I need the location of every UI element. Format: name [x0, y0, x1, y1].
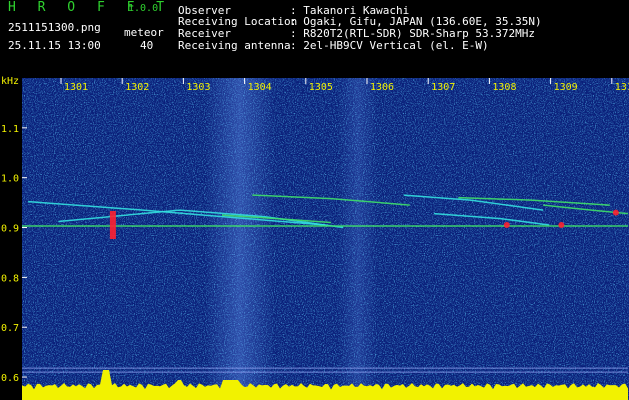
meteor-head	[109, 211, 116, 240]
location-row: Receiving Location: Ogaki, Gifu, JAPAN (…	[178, 16, 542, 27]
y-tick-label: 0.8	[1, 273, 19, 284]
meteor-head	[503, 222, 510, 229]
meteor-head	[558, 222, 565, 229]
y-tick-label: 1.0	[1, 174, 19, 185]
x-tick-label: 1306	[370, 82, 394, 93]
meteor-head	[612, 209, 619, 216]
y-tick-label: 1.1	[1, 124, 19, 135]
antenna-row: Receiving antenna: 2el-HB9CV Vertical (e…	[178, 40, 489, 51]
info-label: Receiving antenna	[178, 39, 291, 52]
x-tick-label: 1302	[125, 82, 149, 93]
y-tick-label: 0.6	[1, 373, 19, 384]
x-tick-label: 1308	[492, 82, 516, 93]
x-tick-label: 1303	[186, 82, 210, 93]
app-version: 1.0.0	[128, 3, 159, 14]
meteor-count: 40	[140, 39, 154, 52]
x-tick-label: 1301	[64, 82, 88, 93]
receiver-row: Receiver: R820T2(RTL-SDR) SDR-Sharp 53.3…	[178, 28, 535, 39]
meteor-label: meteor	[124, 26, 164, 39]
info-label: Receiving Location	[178, 15, 298, 28]
y-tick-label: 0.7	[1, 323, 19, 334]
x-tick-label: 1304	[248, 82, 272, 93]
x-tick-label: 1305	[309, 82, 333, 93]
x-tick-label: 1309	[554, 82, 578, 93]
x-tick-label: 1310	[615, 82, 629, 93]
broadband-noise-band	[205, 78, 275, 390]
file-name: 2511151300.png	[8, 21, 101, 34]
broadband-noise-band	[338, 78, 378, 390]
capture-time: 25.11.15 13:00	[8, 39, 101, 52]
x-tick-label: 1307	[431, 82, 455, 93]
info-value: : 2el-HB9CV Vertical (el. E-W)	[290, 39, 489, 52]
y-axis-unit: kHz	[1, 76, 19, 87]
info-label: Receiver	[178, 27, 231, 40]
spectrogram-chart: kHz 1301 1302 1303 1304 1305 1306 1307 1308 1309 1…	[1, 76, 629, 400]
y-tick-label: 0.9	[1, 224, 19, 235]
